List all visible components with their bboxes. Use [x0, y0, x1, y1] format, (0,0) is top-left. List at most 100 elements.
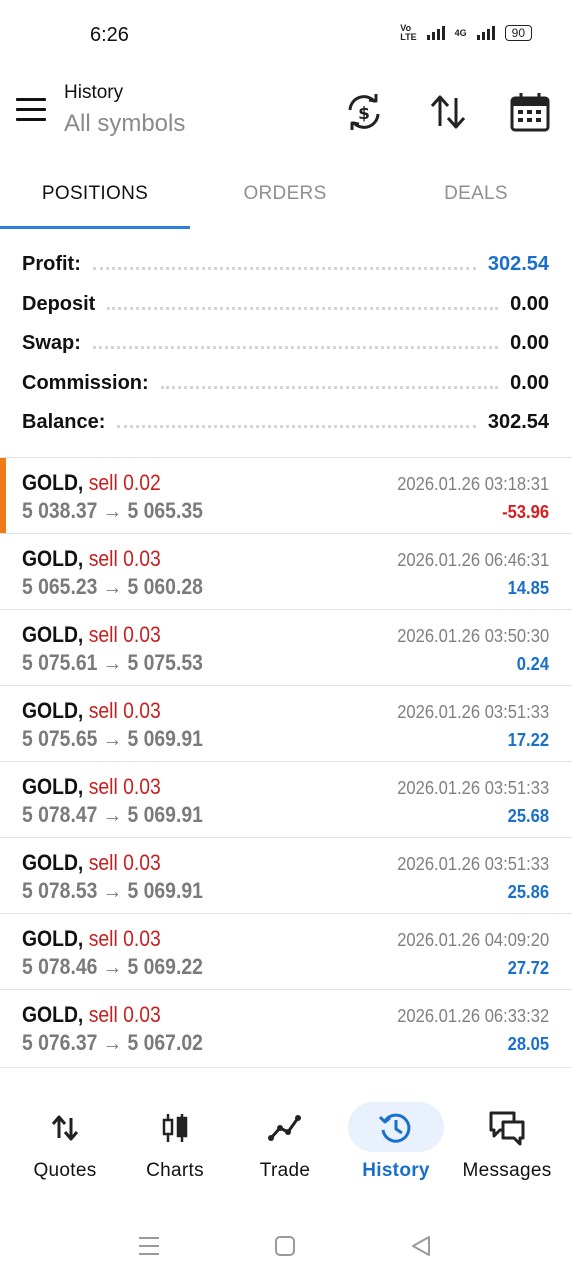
trade-symbol: GOLD,	[22, 546, 84, 571]
summary-label: Profit:	[22, 252, 81, 275]
open-price: 5 065.23	[22, 574, 98, 599]
open-price: 5 078.47	[22, 802, 98, 827]
tab-positions[interactable]: POSITIONS	[0, 160, 190, 227]
trade-symbol: GOLD,	[22, 470, 84, 495]
selected-marker	[0, 458, 6, 534]
list-item[interactable]: GOLD, sell 0.03 5 075.65 → 5 069.91 2026…	[0, 685, 572, 762]
trade-prices: 5 075.61 → 5 075.53	[22, 650, 203, 676]
list-item[interactable]: GOLD, sell 0.03 5 076.37 → 5 067.02 2026…	[0, 989, 572, 1066]
nav-trade[interactable]: Trade	[230, 1090, 340, 1190]
summary-label: Balance:	[22, 410, 106, 433]
signal-icon-2	[476, 26, 495, 40]
dot-leader	[107, 306, 499, 310]
trade-title: GOLD, sell 0.03	[22, 926, 161, 952]
trade-title: GOLD, sell 0.03	[22, 1002, 161, 1028]
trade-prices: 5 078.47 → 5 069.91	[22, 802, 203, 828]
close-price: 5 069.91	[127, 726, 203, 751]
close-price: 5 069.91	[127, 878, 203, 903]
trade-title: GOLD, sell 0.03	[22, 546, 161, 572]
messages-icon	[489, 1111, 525, 1146]
list-item[interactable]: GOLD, sell 0.03 5 078.46 → 5 069.22 2026…	[0, 913, 572, 990]
summary-value: 302.54	[487, 252, 549, 275]
arrow: →	[102, 878, 123, 903]
summary-value: 302.54	[487, 410, 549, 433]
trade-prices: 5 075.65 → 5 069.91	[22, 726, 203, 752]
summary-value: 0.00	[510, 331, 549, 354]
nav-label: History	[362, 1160, 430, 1181]
history-tabs: POSITIONS ORDERS DEALS	[0, 160, 572, 230]
arrow: →	[102, 574, 123, 599]
trade-side: sell 0.03	[88, 546, 161, 571]
nav-label: Quotes	[33, 1160, 97, 1181]
trade-title: GOLD, sell 0.03	[22, 698, 161, 724]
close-price: 5 060.28	[127, 574, 203, 599]
summary-value: 0.00	[510, 371, 549, 394]
tab-deals[interactable]: DEALS	[381, 160, 571, 227]
recent-apps-icon[interactable]	[137, 1235, 161, 1257]
trade-title: GOLD, sell 0.02	[22, 470, 161, 496]
charts-icon	[162, 1114, 188, 1142]
trade-profit: 27.72	[507, 958, 549, 978]
trade-side: sell 0.03	[88, 926, 161, 951]
nav-history[interactable]: History	[341, 1090, 451, 1190]
open-price: 5 038.37	[22, 498, 98, 523]
trade-title: GOLD, sell 0.03	[22, 774, 161, 800]
list-item[interactable]: GOLD, sell 0.03 5 075.61 → 5 075.53 2026…	[0, 609, 572, 686]
active-tab-indicator	[0, 226, 190, 229]
trade-profit: -53.96	[502, 502, 549, 522]
trade-prices: 5 065.23 → 5 060.28	[22, 574, 203, 600]
trade-side: sell 0.03	[88, 698, 161, 723]
open-price: 5 075.65	[22, 726, 98, 751]
trade-profit: 17.22	[507, 730, 549, 750]
list-item[interactable]: GOLD, sell 0.02 5 038.37 → 5 065.35 2026…	[0, 457, 572, 534]
open-price: 5 076.37	[22, 1030, 98, 1055]
trade-profit: 14.85	[507, 578, 549, 598]
menu-icon[interactable]	[16, 98, 46, 122]
summary-label: Commission:	[22, 371, 149, 394]
summary-row-swap: Swap: 0.00	[22, 323, 549, 363]
close-price: 5 065.35	[127, 498, 203, 523]
dot-leader	[92, 345, 499, 349]
trade-side: sell 0.03	[88, 1002, 161, 1027]
summary-label: Swap:	[22, 331, 81, 354]
summary-row-profit: Profit: 302.54	[22, 244, 549, 284]
arrow: →	[102, 1030, 123, 1055]
nav-quotes[interactable]: Quotes	[10, 1090, 120, 1190]
trade-profit: 25.86	[507, 882, 549, 902]
trade-time: 2026.01.26 03:50:30	[397, 626, 549, 646]
trade-prices: 5 038.37 → 5 065.35	[22, 498, 203, 524]
list-item[interactable]: GOLD, sell 0.03 5 078.53 → 5 069.91 2026…	[0, 837, 572, 914]
network-type: 4G	[454, 28, 467, 38]
trade-title: GOLD, sell 0.03	[22, 622, 161, 648]
close-price: 5 075.53	[127, 650, 203, 675]
summary-row-deposit: Deposit 0.00	[22, 284, 549, 324]
arrow: →	[102, 650, 123, 675]
page-title: History	[64, 82, 124, 103]
trade-symbol: GOLD,	[22, 698, 84, 723]
trade-prices: 5 078.53 → 5 069.91	[22, 878, 203, 904]
symbol-filter[interactable]: All symbols	[64, 110, 185, 138]
summary-row-balance: Balance: 302.54	[22, 402, 549, 442]
trade-time: 2026.01.26 03:51:33	[397, 702, 549, 722]
arrow: →	[102, 498, 123, 523]
sort-icon[interactable]	[426, 90, 470, 134]
back-icon[interactable]	[410, 1234, 432, 1258]
list-item[interactable]: GOLD, sell 0.03 5 078.47 → 5 069.91 2026…	[0, 761, 572, 838]
nav-messages[interactable]: Messages	[452, 1090, 562, 1190]
close-price: 5 069.91	[127, 802, 203, 827]
tab-orders[interactable]: ORDERS	[190, 160, 380, 227]
home-icon[interactable]	[274, 1235, 296, 1257]
nav-divider	[0, 1067, 572, 1068]
list-item[interactable]: GOLD, sell 0.03 5 065.23 → 5 060.28 2026…	[0, 533, 572, 610]
nav-charts[interactable]: Charts	[120, 1090, 230, 1190]
trade-prices: 5 078.46 → 5 069.22	[22, 954, 203, 980]
trade-time: 2026.01.26 04:09:20	[397, 930, 549, 950]
open-price: 5 075.61	[22, 650, 98, 675]
trade-time: 2026.01.26 06:46:31	[397, 550, 549, 570]
trade-prices: 5 076.37 → 5 067.02	[22, 1030, 203, 1056]
calendar-icon[interactable]	[508, 90, 552, 134]
arrow: →	[102, 802, 123, 827]
sync-currency-icon[interactable]: $	[342, 90, 386, 134]
battery-level: 90	[511, 26, 525, 40]
status-bar: 6:26 Vo LTE 4G 90	[0, 0, 572, 70]
